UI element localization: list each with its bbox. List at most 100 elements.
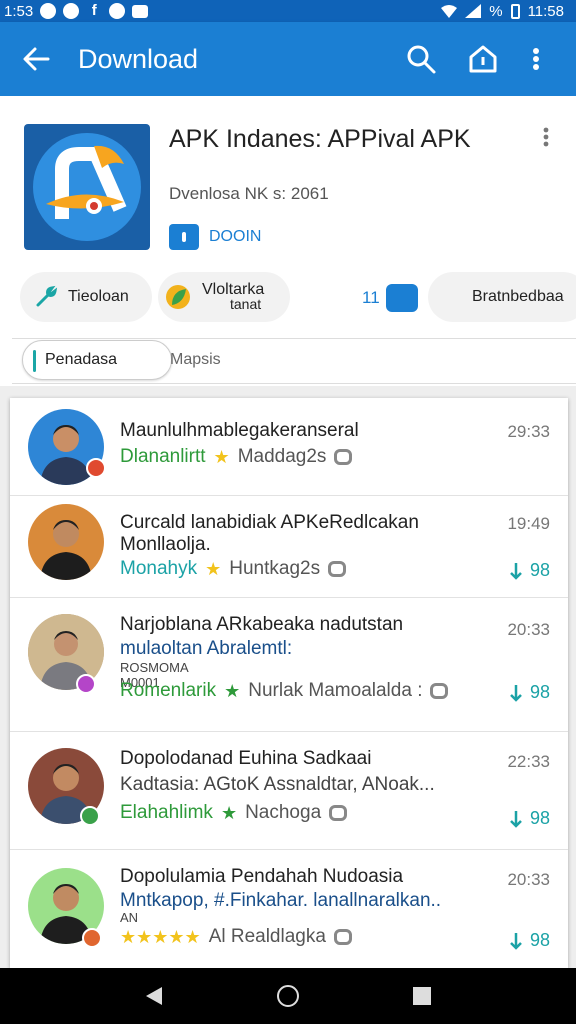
status-time-right: 11:58 bbox=[527, 2, 564, 20]
facebook-icon: f bbox=[91, 2, 97, 19]
download-icon bbox=[510, 932, 522, 950]
app-icon bbox=[24, 124, 150, 250]
app-download-count: Dvenlosa NK s: 2061 bbox=[169, 184, 329, 203]
review-subtitle: Mntkapop, #.Finkahar. lanallnaralkan.. bbox=[120, 890, 442, 911]
chat-bubble-icon[interactable] bbox=[385, 284, 418, 312]
more-vert-icon[interactable] bbox=[526, 42, 546, 76]
app-bar: Download bbox=[0, 22, 576, 96]
list-item[interactable]: Dopolulamia Pendahah Nudoasia Mntkapop, … bbox=[10, 850, 568, 968]
review-developer: Elahahlimk bbox=[120, 802, 213, 823]
comment-icon bbox=[333, 929, 352, 945]
status-bar: 1:53 f % 11:58 bbox=[0, 0, 576, 22]
avatar bbox=[28, 504, 104, 580]
download-count-value: 98 bbox=[529, 682, 550, 702]
review-reviewer: Maddag2s bbox=[237, 446, 327, 467]
review-list: Maunlulhmablegakeranseral Dlananlirtt ★ … bbox=[10, 398, 568, 968]
messenger-icon bbox=[63, 3, 80, 19]
chip2-line1: Vloltarka bbox=[202, 281, 265, 298]
review-time: 22:33 bbox=[507, 752, 550, 771]
info-icon bbox=[169, 224, 199, 250]
status-left: 1:53 f bbox=[4, 0, 149, 22]
download-icon bbox=[510, 562, 522, 580]
review-meta: Dlananlirtt ★ Maddag2s bbox=[120, 446, 353, 468]
app-notification-icon bbox=[132, 4, 149, 18]
tab-mapsis[interactable]: Mapsis bbox=[170, 340, 280, 380]
status-badge bbox=[76, 674, 96, 694]
chip2-line2: tanat bbox=[230, 296, 262, 312]
review-title: Narjoblana ARkabeaka nadutstan bbox=[120, 614, 404, 635]
chip-tieoloan[interactable]: Tieoloan bbox=[20, 272, 152, 322]
list-item[interactable]: Curcald lanabidiak APKeRedlcakan Monllao… bbox=[10, 496, 568, 598]
sync-icon bbox=[109, 3, 126, 19]
review-subtitle: mulaoltan Abralemtl: bbox=[120, 638, 293, 659]
chip2-label: Vloltarka tanat bbox=[202, 282, 264, 312]
download-count: 98 bbox=[510, 930, 550, 951]
list-item[interactable]: Maunlulhmablegakeranseral Dlananlirtt ★ … bbox=[10, 398, 568, 496]
chip4-label: Bratnbedbaa bbox=[472, 288, 564, 305]
status-badge bbox=[82, 928, 102, 948]
review-reviewer: Al Realdlagka bbox=[208, 926, 326, 947]
list-item[interactable]: Narjoblana ARkabeaka nadutstan mulaoltan… bbox=[10, 598, 568, 732]
rank-number: 11 bbox=[362, 288, 380, 307]
review-title: Maunlulhmablegakeranseral bbox=[120, 420, 359, 441]
download-icon bbox=[510, 810, 522, 828]
green-star-icon: ★ bbox=[220, 802, 238, 823]
download-count: 98 bbox=[510, 560, 550, 581]
comment-icon bbox=[329, 805, 348, 821]
system-nav-bar bbox=[0, 968, 576, 1024]
review-time: 20:33 bbox=[507, 620, 550, 639]
review-subtitle: Kadtasia: AGtoK Assnaldtar, ANoak... bbox=[120, 774, 435, 795]
review-developer: Romenlarik bbox=[120, 680, 217, 701]
comment-icon bbox=[334, 449, 353, 465]
chip1-label: Tieoloan bbox=[68, 288, 129, 305]
comment-icon bbox=[430, 683, 449, 699]
tab-penadasa-label: Penadasa bbox=[45, 351, 118, 368]
review-developer: Monahyk bbox=[120, 558, 198, 579]
star-icon: ★ bbox=[205, 558, 222, 579]
app-badge[interactable]: DOOIN bbox=[169, 224, 261, 250]
download-count: 98 bbox=[510, 682, 550, 703]
review-tag: AN bbox=[120, 910, 139, 925]
tab-penadasa[interactable]: Penadasa bbox=[22, 340, 172, 380]
review-meta: Romenlarik ★ Nurlak Mamoalalda : bbox=[120, 680, 449, 702]
comment-icon bbox=[328, 561, 347, 577]
review-title: Dopolodanad Euhina Sadkaai bbox=[120, 748, 372, 769]
nav-home-icon[interactable] bbox=[276, 984, 300, 1008]
chip-bratnbedbaa[interactable]: Bratnbedbaa bbox=[428, 272, 576, 322]
app-badge-label: DOOIN bbox=[209, 228, 262, 245]
review-meta: ★★★★★ Al Realdlagka bbox=[120, 926, 352, 948]
status-badge bbox=[80, 806, 100, 826]
status-time-left: 1:53 bbox=[4, 2, 34, 20]
download-count-value: 98 bbox=[529, 560, 550, 580]
green-star-icon: ★ bbox=[224, 680, 241, 701]
review-meta: Elahahlimk ★ Nachoga bbox=[120, 802, 348, 824]
app-more-icon[interactable] bbox=[538, 126, 554, 148]
nav-back-icon[interactable] bbox=[142, 984, 166, 1008]
signal-icon bbox=[465, 4, 482, 18]
home-icon[interactable] bbox=[466, 42, 500, 76]
wifi-icon bbox=[441, 5, 458, 18]
rank-indicator: 11 bbox=[362, 284, 418, 312]
download-count: 98 bbox=[510, 808, 550, 829]
list-item[interactable]: Dopolodanad Euhina Sadkaai Kadtasia: AGt… bbox=[10, 732, 568, 850]
battery-percent: % bbox=[489, 2, 503, 20]
leaf-icon bbox=[166, 285, 190, 309]
review-time: 20:33 bbox=[507, 870, 550, 889]
review-time: 19:49 bbox=[507, 514, 550, 533]
wrench-icon bbox=[36, 285, 58, 307]
tab-bar: Penadasa Mapsis bbox=[12, 338, 576, 384]
nav-recents-icon[interactable] bbox=[410, 984, 434, 1008]
star-icon: ★ bbox=[213, 446, 230, 467]
back-arrow-icon[interactable] bbox=[20, 43, 52, 75]
chip-vloltarka[interactable]: Vloltarka tanat bbox=[158, 272, 290, 322]
app-logo-icon bbox=[33, 133, 141, 241]
star-rating-icon: ★★★★★ bbox=[120, 926, 201, 947]
review-reviewer: Nachoga bbox=[245, 802, 322, 823]
page-title: Download bbox=[78, 44, 199, 74]
tab-mapsis-label: Mapsis bbox=[170, 351, 221, 368]
search-icon[interactable] bbox=[404, 42, 438, 76]
review-reviewer: Nurlak Mamoalalda : bbox=[248, 680, 423, 701]
status-right: % 11:58 bbox=[441, 0, 564, 22]
battery-icon bbox=[510, 3, 520, 19]
download-count-value: 98 bbox=[529, 930, 550, 950]
